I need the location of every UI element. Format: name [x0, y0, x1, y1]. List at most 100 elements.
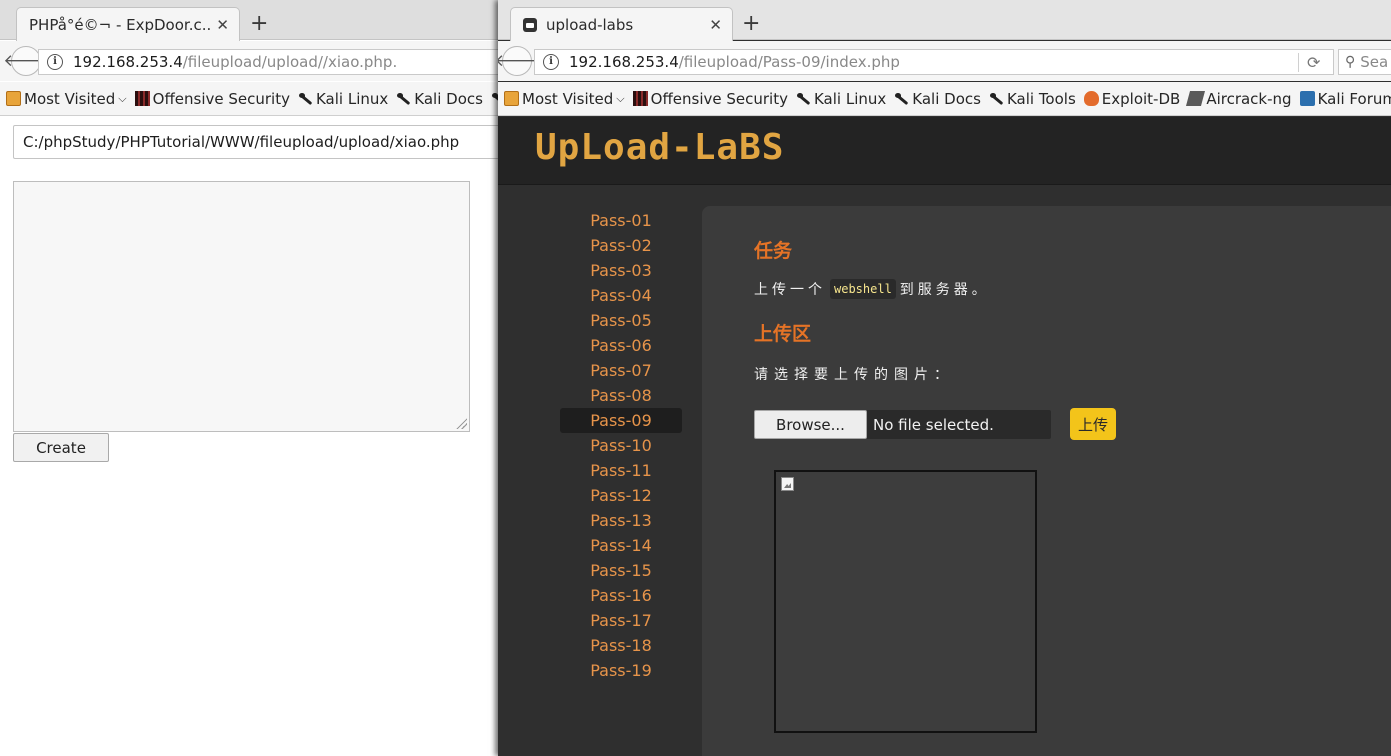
- sidebar-item-pass-05[interactable]: Pass-05: [560, 308, 682, 333]
- sidebar-item-pass-18[interactable]: Pass-18: [560, 633, 682, 658]
- upload-submit-button[interactable]: 上传: [1070, 408, 1116, 440]
- file-status: No file selected.: [873, 415, 994, 434]
- tab-strip: upload-labs ✕ +: [498, 0, 1391, 41]
- main-panel: 任务 上传一个 webshell 到服务器。 上传区 请选择要上传的图片： Br…: [702, 206, 1391, 756]
- bookmark-item[interactable]: Aircrack-ng: [1186, 89, 1292, 108]
- offsec-icon: [134, 91, 150, 106]
- create-button[interactable]: Create: [13, 433, 109, 462]
- url-host: 192.168.253.4: [569, 53, 679, 71]
- pass-sidebar: Pass-01 Pass-02 Pass-03 Pass-04 Pass-05 Pass-…: [560, 208, 682, 683]
- right-browser-window: upload-labs ✕ + 🡐 i 192.168.253.4/fileup…: [498, 0, 1391, 756]
- sidebar-item-pass-04[interactable]: Pass-04: [560, 283, 682, 308]
- search-input[interactable]: ⚲ Sea: [1338, 49, 1391, 75]
- file-picker[interactable]: Browse... No file selected.: [754, 410, 1051, 439]
- bookmark-item[interactable]: Kali Docs: [396, 90, 483, 108]
- path-input[interactable]: C:/phpStudy/PHPTutorial/WWW/fileupload/u…: [13, 125, 498, 159]
- bookmark-label: Kali Forums: [1317, 89, 1391, 108]
- tab-title: PHPå°é©¬ - ExpDoor.c...: [29, 15, 211, 34]
- kali-icon: [491, 91, 498, 106]
- bookmark-label: Aircrack-ng: [1206, 89, 1292, 108]
- bookmark-item[interactable]: Most Visited ⌵: [6, 90, 127, 108]
- address-bar[interactable]: i 192.168.253.4/fileupload/Pass-09/index…: [534, 49, 1334, 75]
- reload-icon[interactable]: ⟳: [1298, 53, 1320, 72]
- choose-image-label: 请选择要上传的图片：: [754, 367, 954, 383]
- bookmark-label: Most Visited: [24, 89, 116, 108]
- task-description: 上传一个 webshell 到服务器。: [754, 279, 990, 299]
- url-path: /fileupload/Pass-09/index.php: [678, 53, 900, 71]
- sidebar-item-pass-16[interactable]: Pass-16: [560, 583, 682, 608]
- sidebar-item-pass-03[interactable]: Pass-03: [560, 258, 682, 283]
- new-tab-icon[interactable]: +: [250, 12, 268, 36]
- sidebar-item-pass-14[interactable]: Pass-14: [560, 533, 682, 558]
- nav-toolbar: 🡐 i 192.168.253.4/fileupload/Pass-09/ind…: [498, 41, 1391, 81]
- url-host: 192.168.253.4: [73, 53, 183, 71]
- tab-expdoor[interactable]: PHPå°é©¬ - ExpDoor.c... ✕: [16, 7, 240, 41]
- info-icon[interactable]: i: [47, 54, 63, 70]
- url-path: /fileupload/upload//xiao.php.: [182, 53, 398, 71]
- bookmark-item[interactable]: Exploit-DB: [1083, 90, 1180, 108]
- sidebar-item-pass-11[interactable]: Pass-11: [560, 458, 682, 483]
- close-tab-icon[interactable]: ✕: [216, 16, 229, 34]
- code-textarea[interactable]: [13, 181, 470, 432]
- address-bar[interactable]: i 192.168.253.4/fileupload/upload//xiao.…: [38, 49, 498, 75]
- task-prefix: 上传一个: [754, 282, 826, 298]
- broken-image-icon: [781, 477, 794, 491]
- kali-icon: [796, 91, 811, 106]
- sidebar-item-pass-17[interactable]: Pass-17: [560, 608, 682, 633]
- info-icon[interactable]: i: [543, 54, 559, 70]
- sidebar-item-pass-12[interactable]: Pass-12: [560, 483, 682, 508]
- bookmark-label: Offensive Security: [152, 89, 290, 108]
- bookmark-item[interactable]: Kali Forums: [1299, 89, 1391, 108]
- sidebar-item-pass-13[interactable]: Pass-13: [560, 508, 682, 533]
- bookmark-item[interactable]: Kali Tools: [989, 90, 1076, 108]
- bookmark-label: Kali Linux: [813, 89, 887, 108]
- forum-icon: [1299, 91, 1315, 106]
- bookmark-item[interactable]: Most Visited ⌵: [504, 90, 625, 108]
- resize-grip-icon[interactable]: [455, 417, 467, 429]
- bookmark-item[interactable]: Offensive Security: [632, 89, 788, 108]
- browse-button[interactable]: Browse...: [754, 410, 867, 439]
- sidebar-item-pass-15[interactable]: Pass-15: [560, 558, 682, 583]
- bookmark-item[interactable]: Kali Linux: [298, 90, 388, 108]
- tab-strip: PHPå°é©¬ - ExpDoor.c... ✕ +: [0, 0, 498, 41]
- exploit-db-icon: [1083, 91, 1099, 106]
- close-tab-icon[interactable]: ✕: [709, 16, 722, 34]
- upload-labs-logo[interactable]: UpLoad-LaBS: [535, 127, 784, 168]
- page-content: C:/phpStudy/PHPTutorial/WWW/fileupload/u…: [0, 117, 498, 756]
- bookmark-label: Offensive Security: [650, 89, 788, 108]
- search-icon: ⚲: [1345, 54, 1356, 70]
- sidebar-item-pass-08[interactable]: Pass-08: [560, 383, 682, 408]
- task-code: webshell: [830, 279, 896, 299]
- bookmark-item[interactable]: Kali Linux: [796, 90, 886, 108]
- left-browser-window: PHPå°é©¬ - ExpDoor.c... ✕ + 🡐 i 192.168.…: [0, 0, 498, 756]
- sidebar-item-pass-02[interactable]: Pass-02: [560, 233, 682, 258]
- task-heading: 任务: [754, 240, 793, 262]
- bookmark-label: Kali Linux: [315, 89, 389, 108]
- task-suffix: 到服务器。: [899, 282, 990, 298]
- aircrack-icon: [1186, 91, 1206, 106]
- new-tab-icon[interactable]: +: [742, 12, 760, 36]
- nav-toolbar: 🡐 i 192.168.253.4/fileupload/upload//xia…: [0, 41, 498, 81]
- sidebar-item-pass-09[interactable]: Pass-09: [560, 408, 682, 433]
- sidebar-item-pass-10[interactable]: Pass-10: [560, 433, 682, 458]
- bookmark-label: Kali Docs: [912, 89, 981, 108]
- bookmark-label: Most Visited: [522, 89, 614, 108]
- image-preview: [774, 470, 1037, 733]
- bookmark-item[interactable]: Kali Docs: [894, 90, 981, 108]
- back-arrow-icon[interactable]: 🡐: [3, 46, 49, 76]
- bookmark-item[interactable]: Ka: [491, 90, 498, 108]
- site-body: Pass-01 Pass-02 Pass-03 Pass-04 Pass-05 Pass-…: [498, 186, 1391, 756]
- tab-upload-labs[interactable]: upload-labs ✕: [510, 7, 733, 41]
- sidebar-item-pass-06[interactable]: Pass-06: [560, 333, 682, 358]
- sidebar-item-pass-19[interactable]: Pass-19: [560, 658, 682, 683]
- back-arrow-icon[interactable]: 🡐: [498, 46, 540, 76]
- folder-icon: [6, 91, 21, 106]
- sidebar-item-pass-07[interactable]: Pass-07: [560, 358, 682, 383]
- site-header: UpLoad-LaBS: [498, 117, 1391, 185]
- bookmark-label: Kali Tools: [1006, 89, 1076, 108]
- sidebar-item-pass-01[interactable]: Pass-01: [560, 208, 682, 233]
- bookmarks-toolbar: Most Visited ⌵ Offensive Security Kali Linu…: [498, 82, 1391, 116]
- bookmark-item[interactable]: Offensive Security: [134, 89, 290, 108]
- desktop: PHPå°é©¬ - ExpDoor.c... ✕ + 🡐 i 192.168.…: [0, 0, 1391, 756]
- kali-icon: [894, 91, 909, 106]
